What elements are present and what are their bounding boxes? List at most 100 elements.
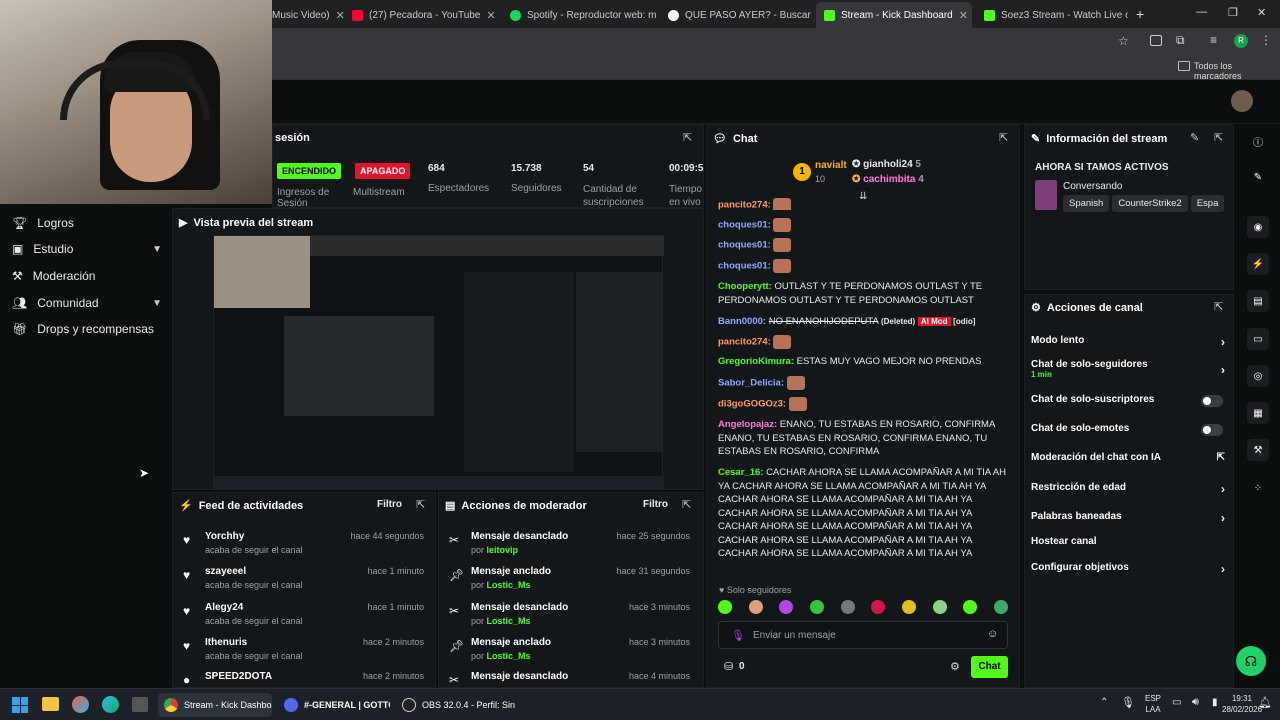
- chat-username[interactable]: GregorioKimura:: [718, 356, 794, 367]
- emote-icon[interactable]: [809, 600, 824, 614]
- chat-username[interactable]: pancito274:: [718, 200, 771, 210]
- gifter-name[interactable]: cachimbita: [863, 174, 915, 185]
- popout-icon[interactable]: ⇱: [1214, 131, 1223, 144]
- popout-icon[interactable]: ⇱: [1214, 300, 1223, 313]
- filter-button[interactable]: Filtro: [377, 499, 402, 510]
- close-icon[interactable]: ✕: [959, 9, 968, 22]
- tab-kick-watch[interactable]: Soez3 Stream - Watch Live on✕: [976, 2, 1128, 28]
- followers-only-row[interactable]: Chat de solo-seguidores 1 min ›: [1031, 359, 1229, 379]
- emote-icon[interactable]: [901, 600, 916, 614]
- battery-icon[interactable]: ▮: [1212, 697, 1218, 708]
- emoji-icon[interactable]: ☺: [987, 628, 998, 640]
- chat-username[interactable]: Angelopajaz:: [718, 419, 777, 430]
- minimize-icon[interactable]: —: [1196, 6, 1207, 18]
- chat-bubble-icon[interactable]: ▭: [1247, 328, 1269, 350]
- copilot-icon[interactable]: [72, 696, 89, 713]
- store-icon[interactable]: [132, 697, 148, 712]
- subs-only-toggle[interactable]: [1201, 395, 1223, 407]
- sidebar-item-moderacion[interactable]: ⚒ Moderación: [12, 269, 162, 283]
- chat-username[interactable]: choques01:: [718, 261, 771, 272]
- mod-name[interactable]: leitovip: [487, 545, 519, 555]
- menu-icon[interactable]: ⋮: [1260, 33, 1272, 47]
- close-window-icon[interactable]: ✕: [1257, 6, 1266, 19]
- taskbar-app-discord[interactable]: #-GENERAL | GOTTO: [278, 693, 390, 717]
- chevron-up-icon[interactable]: ⌃: [1100, 697, 1108, 708]
- send-chat-button[interactable]: Chat: [971, 656, 1008, 678]
- filter-button[interactable]: Filtro: [643, 499, 668, 510]
- gifter-name[interactable]: gianholi24: [863, 159, 912, 170]
- emotes-only-toggle[interactable]: [1201, 424, 1223, 436]
- camera-icon[interactable]: ◉: [1247, 216, 1269, 238]
- banned-words-row[interactable]: Palabras baneadas ›: [1031, 511, 1229, 525]
- notification-icon[interactable]: 🔔︎: [1258, 696, 1272, 709]
- settings-icon[interactable]: ⚙: [950, 660, 960, 673]
- emote-icon[interactable]: [748, 600, 763, 614]
- tag-chip[interactable]: CounterStrike2: [1112, 195, 1188, 212]
- all-bookmarks-link[interactable]: Todos los marcadores: [1194, 61, 1280, 81]
- close-icon[interactable]: ✕: [486, 9, 495, 22]
- sidebar-item-comunidad[interactable]: 👥︎ Comunidad ▼: [12, 296, 162, 310]
- sidebar-item-drops[interactable]: 🎁︎ Drops y recompensas: [12, 322, 162, 336]
- tab-kick-dashboard[interactable]: Stream - Kick Dashboard ✕: [816, 2, 972, 28]
- popout-icon[interactable]: ⇱: [999, 131, 1008, 144]
- extensions-icon[interactable]: ⧉: [1176, 33, 1185, 48]
- tab-search[interactable]: QUE PASO AYER? - Buscar con✕: [660, 2, 812, 28]
- media-icon[interactable]: ≡: [1210, 33, 1217, 47]
- volume-icon[interactable]: 🔊︎: [1192, 696, 1199, 709]
- popout-icon[interactable]: ⇱: [416, 498, 425, 511]
- goals-row[interactable]: Configurar objetivos ›: [1031, 562, 1229, 576]
- profile-avatar[interactable]: R: [1234, 34, 1248, 48]
- points-icon[interactable]: ⛁: [724, 660, 733, 673]
- new-tab-button[interactable]: +: [1136, 6, 1144, 22]
- info-icon[interactable]: ⓘ: [1247, 130, 1269, 152]
- mod-name[interactable]: Lostic_Ms: [487, 580, 531, 590]
- chat-username[interactable]: choques01:: [718, 240, 771, 251]
- category-name[interactable]: Conversando: [1063, 181, 1122, 192]
- close-icon[interactable]: ✕: [336, 9, 344, 22]
- tab-spotify[interactable]: Spotify - Reproductor web: mú✕: [502, 2, 656, 28]
- user-avatar[interactable]: [1231, 90, 1253, 112]
- language-indicator[interactable]: ESP LAA: [1145, 693, 1161, 715]
- sidebar-item-estudio[interactable]: ▣ Estudio ▼: [12, 242, 162, 256]
- emote-icon[interactable]: [779, 600, 794, 614]
- emote-icon[interactable]: [932, 600, 947, 614]
- edge-icon[interactable]: [102, 696, 119, 713]
- wrench-icon[interactable]: ⚒: [1247, 439, 1269, 461]
- clock[interactable]: 19:31 28/02/2026: [1222, 693, 1262, 715]
- chat-username[interactable]: choques01:: [718, 220, 771, 231]
- users-icon[interactable]: ▦: [1247, 402, 1269, 424]
- emote-icon[interactable]: [840, 600, 855, 614]
- ai-moderation-row[interactable]: Moderación del chat con IA ⇱: [1031, 452, 1229, 463]
- tab-youtube[interactable]: (27) Pecadora - YouTube ✕: [344, 2, 496, 28]
- more-icon[interactable]: ⁘: [1247, 477, 1269, 499]
- chat-username[interactable]: pancito274:: [718, 337, 771, 348]
- slow-mode-row[interactable]: Modo lento ›: [1031, 335, 1229, 349]
- edit-icon[interactable]: ✎: [1247, 166, 1269, 188]
- windows-start-icon[interactable]: [12, 697, 28, 713]
- popout-icon[interactable]: ⇱: [682, 498, 691, 511]
- emote-icon[interactable]: [963, 600, 978, 614]
- tag-chip[interactable]: Spanish: [1063, 195, 1110, 212]
- emote-icon[interactable]: [718, 600, 732, 614]
- emote-icon[interactable]: [993, 600, 1008, 614]
- chat-username[interactable]: Bann0000:: [718, 316, 766, 327]
- pencil-icon[interactable]: ✎: [1190, 131, 1199, 144]
- mic-icon[interactable]: 🎙︎: [1121, 696, 1135, 709]
- star-icon[interactable]: ☆: [1118, 34, 1129, 48]
- emote-icon[interactable]: [871, 600, 886, 614]
- chat-input[interactable]: 🎙︎ Enviar un mensaje ☺: [718, 621, 1008, 649]
- mic-icon[interactable]: 🎙︎: [731, 629, 745, 642]
- top-gifter-name[interactable]: navialt: [815, 160, 847, 171]
- preview-video[interactable]: [213, 235, 664, 490]
- chat-username[interactable]: Chooperytt:: [718, 281, 772, 292]
- bolt-icon[interactable]: ⚡: [1247, 253, 1269, 275]
- age-restriction-row[interactable]: Restricción de edad ›: [1031, 482, 1229, 496]
- mod-name[interactable]: Lostic_Ms: [487, 651, 531, 661]
- host-channel-row[interactable]: Hostear canal: [1031, 536, 1229, 547]
- chat-username[interactable]: Cesar_16:: [718, 467, 763, 478]
- chat-username[interactable]: Sabor_Delicia:: [718, 378, 784, 389]
- file-explorer-icon[interactable]: [42, 697, 59, 711]
- document-icon[interactable]: ▤: [1247, 290, 1269, 312]
- tag-chip[interactable]: Espa: [1190, 195, 1225, 212]
- taskbar-app-obs[interactable]: OBS 32.0.4 - Perfil: Sin T: [396, 693, 516, 717]
